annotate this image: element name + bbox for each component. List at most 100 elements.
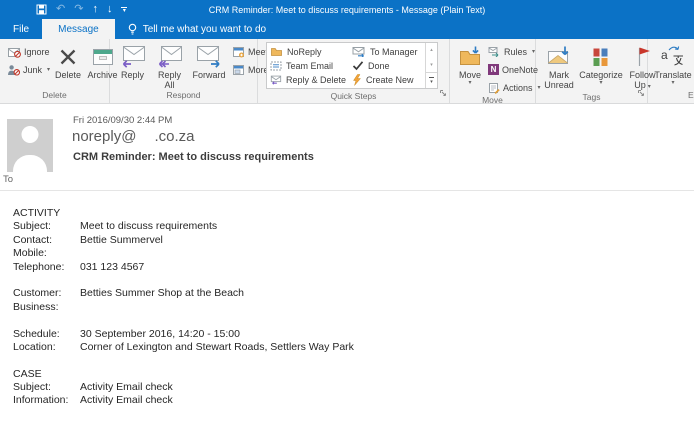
tags-dialog-launcher[interactable] [637,84,645,102]
save-button[interactable] [36,4,47,15]
move-label: Move [458,70,481,80]
checkmark-icon [352,61,364,71]
reply-label: Reply [120,70,144,80]
dropdown-arrow-icon: ▾ [599,80,603,86]
to-manager-icon [352,47,365,57]
to-label: To [3,174,14,185]
delete-x-icon [60,49,76,64]
body-row: Subject: Meet to discuss requirements [13,220,218,233]
ignore-button[interactable]: Ignore [5,44,52,59]
arrow-up-icon: ↑ [92,3,98,15]
delete-button[interactable]: Delete [52,41,84,90]
tab-file[interactable]: File [0,19,42,39]
header-divider [0,190,694,191]
sender-address-suffix: .co.za [154,128,195,145]
window-title: CRM Reminder: Meet to discuss requiremen… [208,4,486,15]
arrow-down-icon: ↓ [106,3,113,15]
rules-button[interactable]: Rules ▾ [486,44,543,59]
onenote-label: OneNote [502,64,539,75]
outlook-message-window: ↶ ↷ ↑ ↓ ▾ CRM Reminder: Meet to discuss … [0,0,694,447]
quick-step-label: NoReply [287,46,322,57]
dialog-launcher-icon [638,90,644,96]
group-label-quick-steps: Quick Steps [330,91,377,101]
quick-steps-dialog-launcher[interactable] [439,84,447,102]
quick-steps-gallery: NoReply Team Email Reply & Delete To Man… [266,42,438,89]
ribbon-group-delete: Ignore Junk ▾ Delete Archive Delete [0,39,118,103]
move-folder-icon [460,46,480,65]
actions-icon [489,82,500,94]
body-row [13,354,694,367]
quick-step-label: Create New [366,74,414,85]
group-label-respond: Respond [166,90,201,100]
tell-me-label: Tell me what you want to do [142,23,267,35]
quick-step-noreply[interactable]: NoReply [267,45,349,58]
dialog-launcher-icon [440,90,446,96]
undo-button[interactable]: ↶ [56,4,65,15]
quick-step-to-manager[interactable]: To Manager [349,45,425,58]
actions-button[interactable]: Actions ▾ [486,80,543,95]
translate-label: Translate [654,70,692,80]
body-row: ACTIVITY [13,207,61,219]
body-row: Mobile: [13,247,47,260]
more-bar-icon [429,76,434,78]
categorize-button[interactable]: Categorize ▾ [578,41,624,92]
reply-all-button[interactable]: Reply All [151,41,188,90]
ribbon-group-quick-steps: NoReply Team Email Reply & Delete To Man… [258,39,450,103]
folder-icon [271,48,282,56]
quick-step-label: Done [368,60,390,71]
tab-message[interactable]: Message [42,19,115,39]
tell-me-box[interactable]: Tell me what you want to do [115,19,278,39]
quick-step-label: Reply & Delete [285,74,346,85]
scroll-down-button[interactable]: ▾ [426,58,437,73]
quick-step-create-new[interactable]: Create New [349,73,425,86]
quick-step-done[interactable]: Done [349,59,425,72]
reply-icon [122,46,145,68]
move-button[interactable]: Move ▾ [454,41,486,95]
previous-item-button[interactable]: ↑ [92,4,98,15]
junk-button[interactable]: Junk ▾ [5,62,52,77]
forward-button[interactable]: Forward [188,41,230,90]
body-row: Contact: Bettie Summervel [13,233,163,246]
message-body: ACTIVITY Subject: Meet to discuss require… [0,192,694,408]
reply-all-icon [158,46,182,68]
ribbon-group-move: Move ▾ Rules ▾ N OneNote Actions ▾ Move [450,39,541,103]
rules-icon [488,47,499,57]
redo-icon: ↷ [74,3,84,15]
ribbon-group-respond: Reply Reply All Forward Meeting More Res… [110,39,280,103]
mark-unread-label-line1: Mark [549,70,569,80]
body-row: Schedule: 30 September 2016, 14:20 - 15:0… [13,327,240,340]
group-label-tags: Tags [582,92,601,102]
meeting-icon [233,46,244,57]
body-row [13,274,694,287]
customize-quick-access-button[interactable]: ▾ [121,6,128,14]
quick-step-team-email[interactable]: Team Email [267,59,349,72]
save-icon [36,4,47,15]
reply-all-label-line2: All [164,80,175,90]
scroll-up-button[interactable]: ▴ [426,43,437,58]
team-email-icon [270,61,282,70]
dropdown-arrow-icon: ▾ [468,80,472,86]
reply-all-label-line1: Reply [157,70,181,80]
title-bar: ↶ ↷ ↑ ↓ ▾ CRM Reminder: Meet to discuss … [0,0,694,19]
gallery-more-button[interactable]: ▾ [426,72,437,88]
more-window-icon [233,64,244,75]
body-row: Subject: Activity Email check [13,381,173,394]
lightning-icon [353,73,362,86]
body-row: Location: Corner of Lexington and Stewart… [13,340,354,353]
ribbon-group-tags: Mark Unread Categorize ▾ Follow Up ▾ Tags [536,39,656,103]
group-label-editing: E [688,90,694,100]
redo-button[interactable]: ↷ [74,4,83,15]
quick-step-reply-delete[interactable]: Reply & Delete [267,73,349,86]
message-subject: CRM Reminder: Meet to discuss requiremen… [73,151,314,163]
translate-button[interactable]: a Translate ▾ [652,41,694,90]
dropdown-arrow-icon: ▾ [671,80,675,86]
mark-unread-button[interactable]: Mark Unread [540,41,578,92]
next-item-button[interactable]: ↓ [107,4,113,15]
junk-label: Junk [23,64,43,75]
onenote-button[interactable]: N OneNote [486,62,543,77]
translate-icon: a [661,45,683,66]
reply-button[interactable]: Reply [114,41,151,90]
quick-steps-scrollbar: ▴ ▾ ▾ [425,43,437,88]
ignore-label: Ignore [24,46,50,57]
onenote-icon: N [488,64,499,75]
